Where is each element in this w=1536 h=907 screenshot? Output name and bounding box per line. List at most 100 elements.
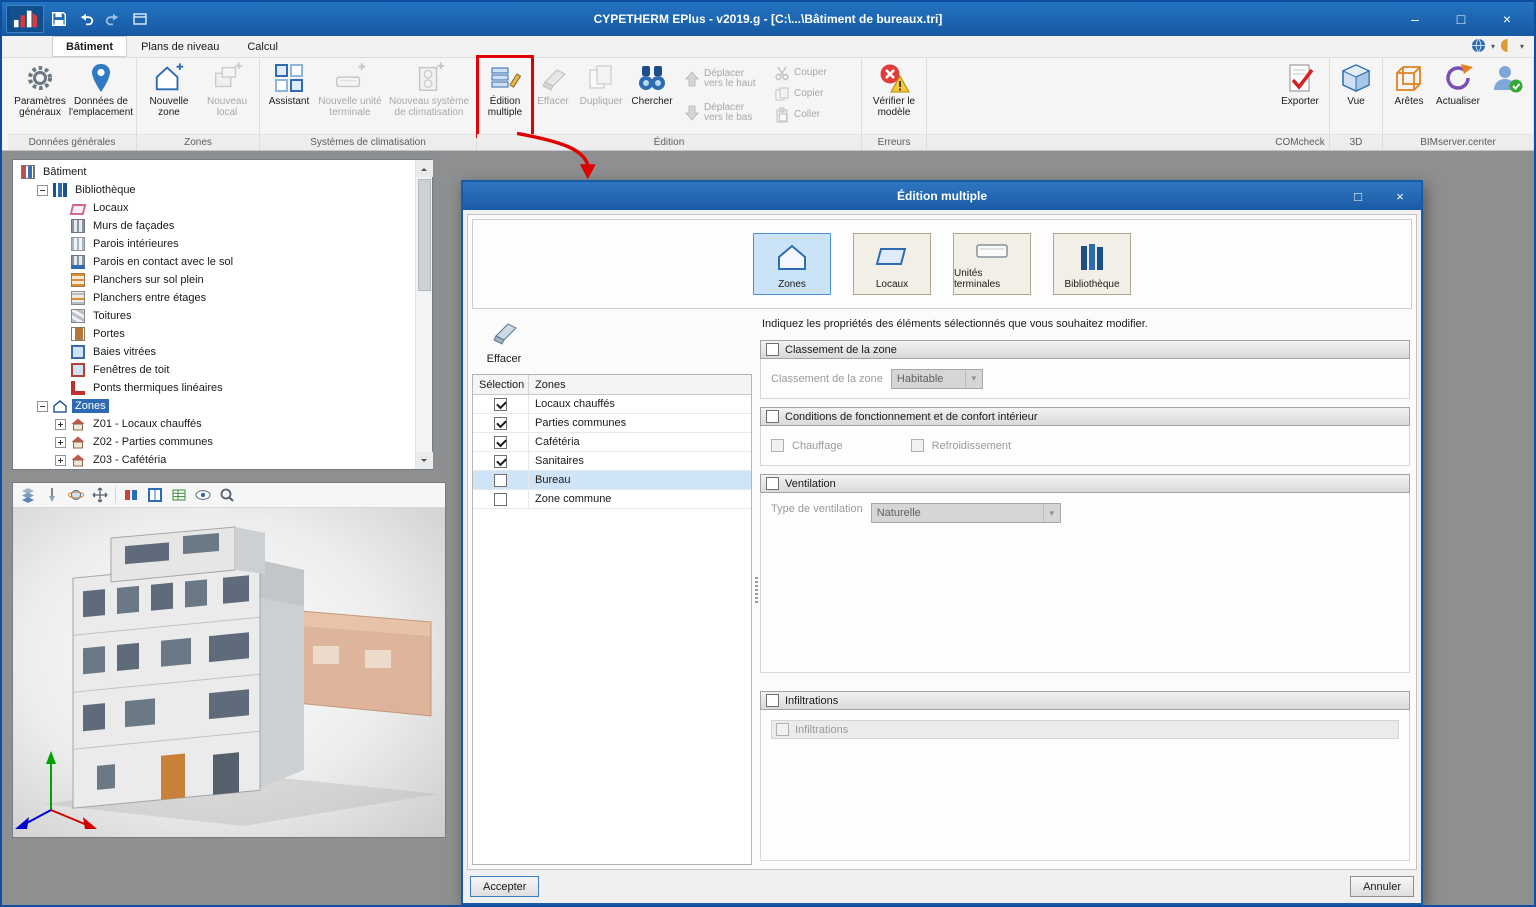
tree-item-ponts-thermiques[interactable]: Ponts thermiques linéaires [13, 379, 415, 397]
collapse-icon[interactable] [37, 400, 48, 412]
grid-table-icon[interactable] [170, 486, 188, 504]
redo-button[interactable] [101, 7, 125, 31]
table-row[interactable]: Locaux chauffés [473, 395, 751, 414]
chauffage-checkbox[interactable] [771, 439, 784, 452]
verifier-modele-button[interactable]: Vérifier le modèle [865, 59, 923, 134]
maximize-button[interactable]: □ [1438, 2, 1484, 36]
bimserver-user-button[interactable] [1484, 59, 1530, 134]
undo-button[interactable] [74, 7, 98, 31]
tree-item-bibliotheque[interactable]: Bibliothèque [13, 181, 415, 199]
tree-item-locaux[interactable]: Locaux [13, 199, 415, 217]
category-bibliotheque-button[interactable]: Bibliothèque [1053, 233, 1131, 295]
edition-multiple-button[interactable]: Édition multiple [476, 55, 534, 138]
nouvelle-unite-terminale-button[interactable]: Nouvelle unité terminale [315, 59, 385, 134]
dialog-title-bar[interactable]: Édition multiple □ × [463, 182, 1421, 210]
nouveau-systeme-climatisation-button[interactable]: Nouveau système de climatisation [385, 59, 473, 134]
section-enable-checkbox[interactable] [766, 410, 779, 423]
parametres-generaux-button[interactable]: Paramètres généraux [11, 59, 69, 134]
copier-button[interactable]: Copier [771, 84, 855, 103]
model-3d-viewport[interactable] [13, 508, 445, 837]
sync-dropdown-icon[interactable]: ▾ [1491, 42, 1495, 51]
tree-item-zones[interactable]: Zones [13, 397, 415, 415]
table-row[interactable]: Parties communes [473, 414, 751, 433]
coller-button[interactable]: Coller [771, 105, 855, 124]
appearance-dropdown-icon[interactable]: ▾ [1520, 42, 1524, 51]
zoom-icon[interactable] [218, 486, 236, 504]
section-enable-checkbox[interactable] [766, 477, 779, 490]
tab-calcul[interactable]: Calcul [233, 36, 292, 57]
tree-scrollbar[interactable] [415, 160, 433, 469]
row-checkbox[interactable] [494, 492, 507, 506]
expand-icon[interactable] [55, 454, 66, 466]
customize-toolbar-icon[interactable] [128, 7, 152, 31]
scroll-up-icon[interactable] [415, 160, 433, 177]
dialog-maximize-button[interactable]: □ [1337, 182, 1379, 210]
tab-batiment[interactable]: Bâtiment [52, 36, 128, 57]
deplacer-bas-button[interactable]: Déplacer vers le bas [681, 97, 765, 129]
row-checkbox[interactable] [494, 435, 507, 449]
nouveau-local-button[interactable]: Nouveau local [198, 59, 256, 134]
close-button[interactable]: × [1484, 2, 1530, 36]
row-checkbox[interactable] [494, 473, 507, 487]
table-row-selected[interactable]: Bureau [473, 471, 751, 490]
column-header-zones[interactable]: Zones [529, 375, 751, 394]
effacer-button[interactable]: Effacer [530, 59, 576, 134]
orbit-icon[interactable] [67, 486, 85, 504]
infiltrations-checkbox[interactable] [776, 723, 789, 736]
actualiser-button[interactable]: Actualiser [1432, 59, 1484, 134]
cancel-button[interactable]: Annuler [1350, 876, 1414, 897]
appearance-icon[interactable] [1500, 38, 1515, 56]
tree-item-baies-vitrees[interactable]: Baies vitrées [13, 343, 415, 361]
table-row[interactable]: Cafétéria [473, 433, 751, 452]
vue-3d-button[interactable]: Vue [1333, 59, 1379, 134]
scroll-down-icon[interactable] [415, 452, 433, 469]
layers-icon[interactable] [19, 486, 37, 504]
erase-button[interactable]: Effacer [474, 316, 534, 365]
dialog-close-button[interactable]: × [1379, 182, 1421, 210]
category-zones-button[interactable]: Zones [753, 233, 831, 295]
chercher-button[interactable]: Chercher [626, 59, 678, 134]
tree-item-planchers-sol-plein[interactable]: Planchers sur sol plein [13, 271, 415, 289]
pan-view-icon[interactable] [91, 486, 109, 504]
tree-item-fenetres-toit[interactable]: Fenêtres de toit [13, 361, 415, 379]
panel-splitter[interactable] [752, 314, 760, 865]
save-button[interactable] [47, 7, 71, 31]
table-row[interactable]: Sanitaires [473, 452, 751, 471]
expand-icon[interactable] [55, 418, 66, 430]
tree-item-z02[interactable]: Z02 - Parties communes [13, 433, 415, 451]
bimserver-sync-icon[interactable] [1471, 38, 1486, 56]
expand-icon[interactable] [55, 436, 66, 448]
tree-item-parois-sol[interactable]: Parois en contact avec le sol [13, 253, 415, 271]
tree-item-portes[interactable]: Portes [13, 325, 415, 343]
window-frame-icon[interactable] [146, 486, 164, 504]
refroidissement-checkbox[interactable] [910, 439, 924, 452]
table-row[interactable]: Zone commune [473, 490, 751, 509]
aretes-button[interactable]: Arêtes [1386, 59, 1432, 134]
tree-item-z01[interactable]: Z01 - Locaux chauffés [13, 415, 415, 433]
tree-item-z03[interactable]: Z03 - Cafétéria [13, 451, 415, 469]
visibility-eye-icon[interactable] [194, 486, 212, 504]
tree-item-planchers-etages[interactable]: Planchers entre étages [13, 289, 415, 307]
scrollbar-thumb[interactable] [417, 179, 431, 291]
row-checkbox[interactable] [494, 397, 507, 411]
row-checkbox[interactable] [494, 454, 507, 468]
couper-button[interactable]: Couper [771, 63, 855, 82]
donnees-emplacement-button[interactable]: Données de l'emplacement [69, 59, 133, 134]
comcheck-exporter-button[interactable]: Exporter [1274, 59, 1326, 134]
app-logo-icon[interactable] [6, 5, 44, 33]
deplacer-haut-button[interactable]: Déplacer vers le haut [681, 63, 765, 95]
section-enable-checkbox[interactable] [766, 694, 779, 707]
minimize-button[interactable]: – [1392, 2, 1438, 36]
ventilation-dropdown[interactable]: Naturelle [870, 503, 1061, 523]
dupliquer-button[interactable]: Dupliquer [576, 59, 626, 134]
tab-plans-de-niveau[interactable]: Plans de niveau [127, 36, 233, 57]
category-unites-terminales-button[interactable]: Unités terminales [953, 233, 1031, 295]
plumb-line-icon[interactable] [43, 486, 61, 504]
tree-item-parois-interieures[interactable]: Parois intérieures [13, 235, 415, 253]
section-enable-checkbox[interactable] [766, 343, 779, 356]
classement-dropdown[interactable]: Habitable [890, 368, 983, 389]
assistant-button[interactable]: Assistant [263, 59, 315, 134]
category-locaux-button[interactable]: Locaux [853, 233, 931, 295]
section-view-icon[interactable] [122, 486, 140, 504]
tree-item-toitures[interactable]: Toitures [13, 307, 415, 325]
